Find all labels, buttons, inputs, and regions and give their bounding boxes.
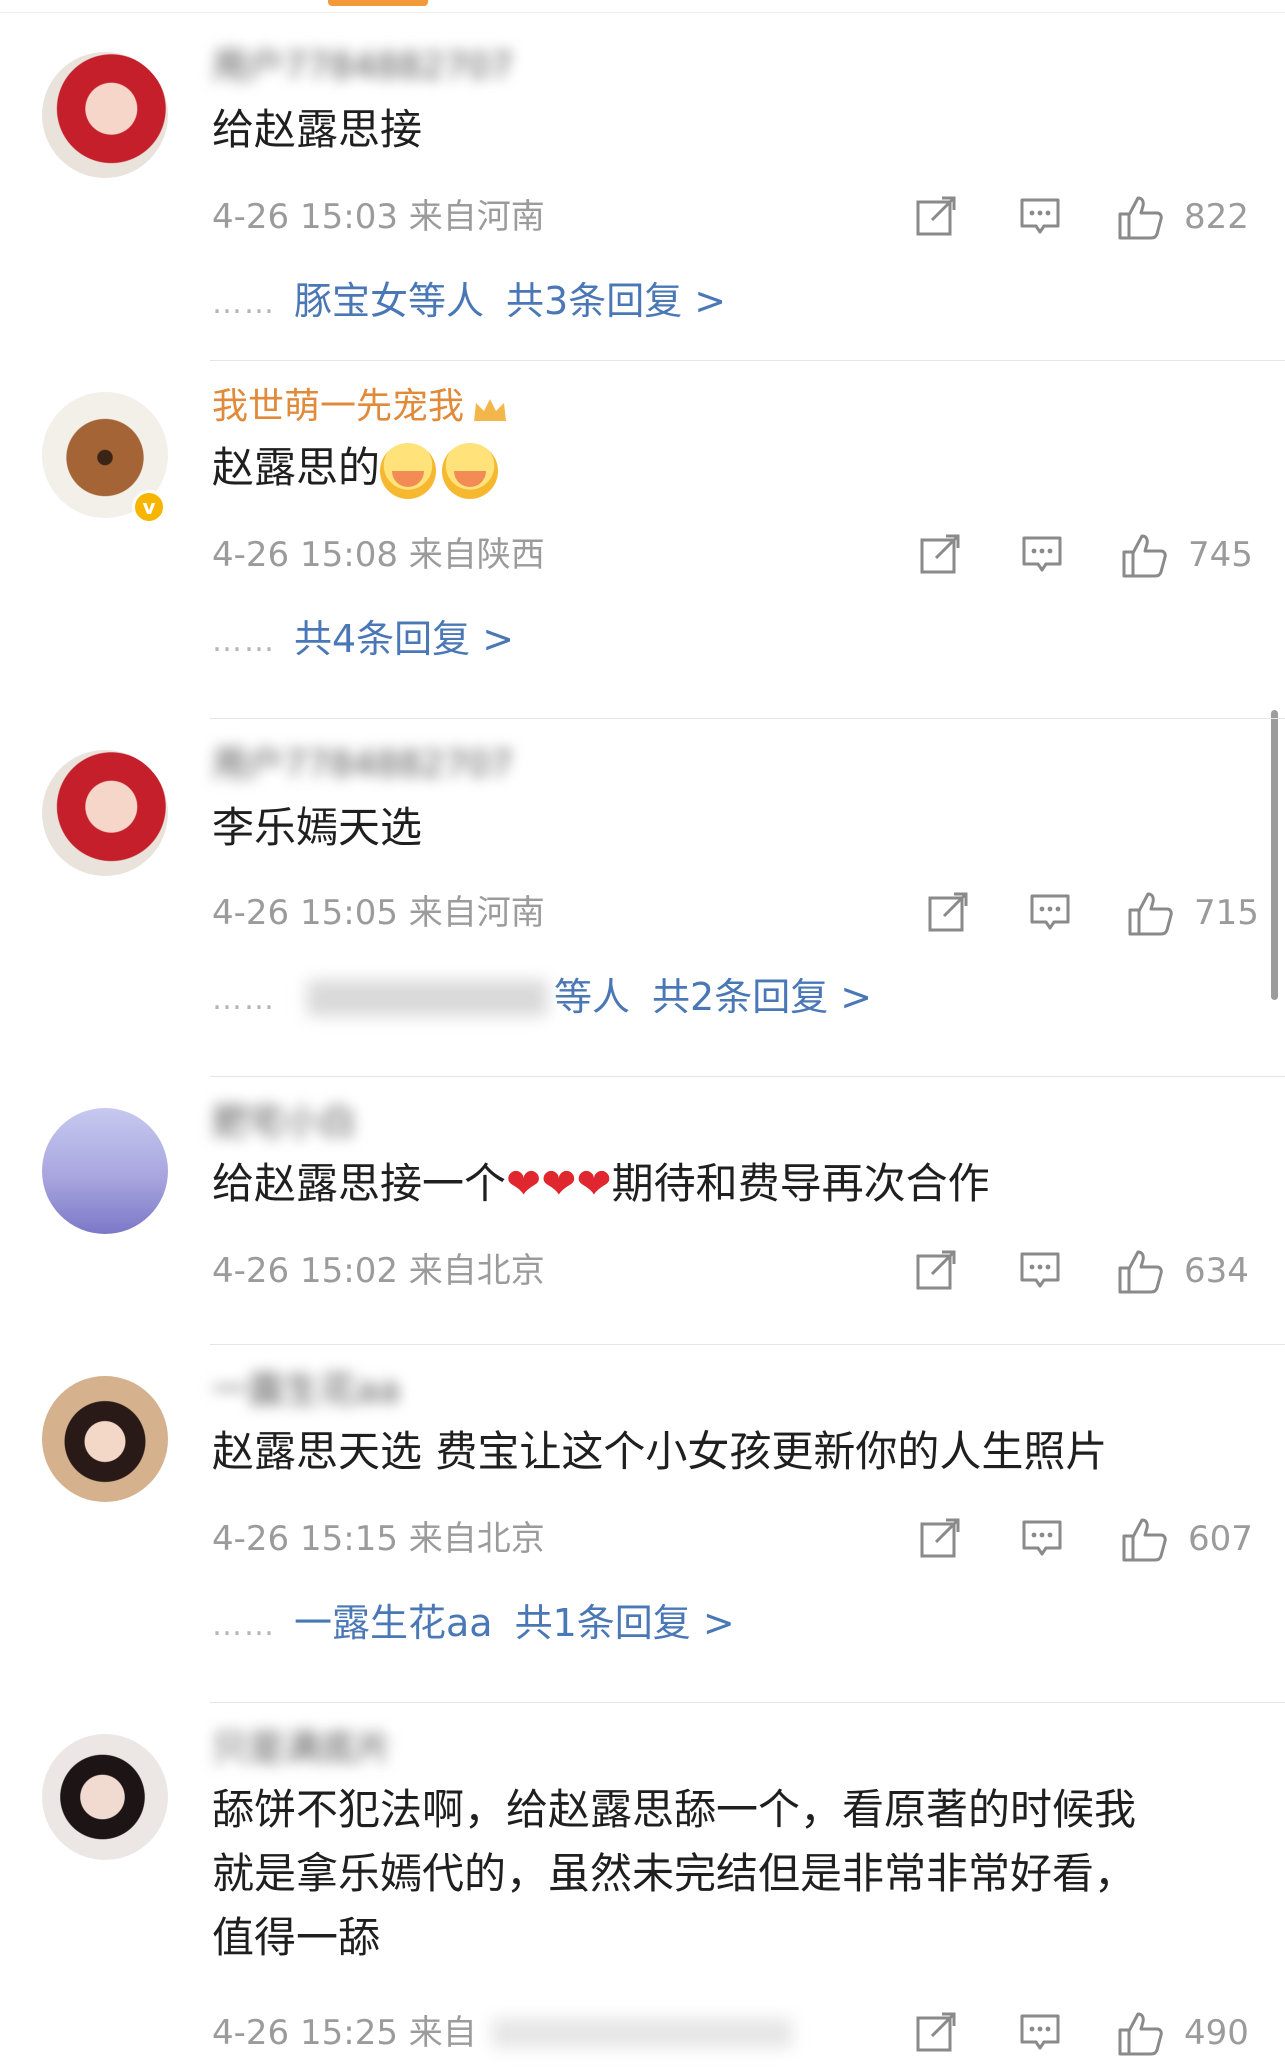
comment-item: 一露生花aa 赵露思天选 费宝让这个小女孩更新你的人生照片 4-26 15:15… bbox=[0, 1344, 1285, 1702]
blurred-location bbox=[492, 2018, 792, 2048]
comment-text-line: 舔饼不犯法啊，给赵露思舔一个，看原著的时候我 bbox=[212, 1785, 1137, 1834]
top-divider bbox=[0, 12, 1285, 13]
thumbs-up-icon[interactable] bbox=[1116, 1248, 1164, 1294]
like-count: 490 bbox=[1184, 2013, 1249, 2053]
like-count: 715 bbox=[1194, 893, 1259, 933]
reply-link[interactable]: …… 一露生花aa 共1条回复 > bbox=[212, 1598, 735, 1648]
thumbs-up-icon[interactable] bbox=[1120, 1516, 1168, 1562]
reply-users: 一露生花aa bbox=[294, 1601, 493, 1645]
comment-meta: 4-26 15:02 来自北京 634 bbox=[212, 1246, 1252, 1296]
active-tab-indicator bbox=[328, 0, 428, 6]
avatar[interactable] bbox=[42, 52, 168, 178]
thumbs-up-icon[interactable] bbox=[1116, 194, 1164, 240]
comment-icon[interactable] bbox=[1018, 1248, 1062, 1294]
timestamp: 4-26 15:08 来自陕西 bbox=[212, 535, 545, 575]
like-count: 745 bbox=[1188, 535, 1253, 575]
blurred-repliers bbox=[307, 980, 547, 1016]
reply-link[interactable]: …… 等人 共2条回复 > bbox=[212, 972, 872, 1022]
username[interactable]: 我世萌一先宠我 bbox=[212, 386, 508, 428]
reply-dots: …… bbox=[212, 285, 276, 321]
share-icon[interactable] bbox=[926, 890, 970, 936]
comment-meta: 4-26 15:25 来自 490 bbox=[212, 2008, 1252, 2058]
comment-text-after: 期待和费导再次合作 bbox=[611, 1159, 990, 1208]
share-icon[interactable] bbox=[914, 194, 958, 240]
comment-item: 肥宅小白 给赵露思接一个❤❤❤期待和费导再次合作 4-26 15:02 来自北京… bbox=[0, 1076, 1285, 1344]
reply-dots: …… bbox=[212, 1607, 276, 1643]
comment-text: 赵露思的 bbox=[212, 436, 1232, 500]
share-icon[interactable] bbox=[914, 1248, 958, 1294]
comment-text: 给赵露思接一个❤❤❤期待和费导再次合作 bbox=[212, 1152, 1232, 1216]
comment-text-line: 值得一舔 bbox=[212, 1913, 381, 1962]
reply-users: 豚宝女等人 bbox=[294, 279, 485, 323]
like-count: 607 bbox=[1188, 1519, 1253, 1559]
scared-emoji-icon bbox=[442, 442, 499, 499]
share-icon[interactable] bbox=[914, 2010, 958, 2056]
timestamp: 4-26 15:15 来自北京 bbox=[212, 1519, 545, 1559]
reply-count: 共2条回复 > bbox=[652, 975, 873, 1019]
comment-meta: 4-26 15:05 来自河南 715 bbox=[212, 888, 1259, 938]
comment-icon[interactable] bbox=[1020, 1516, 1064, 1562]
comment-item: 用户7784882707 给赵露思接 4-26 15:03 来自河南 822 …… bbox=[0, 20, 1285, 360]
avatar[interactable] bbox=[42, 750, 168, 876]
reply-count: 共1条回复 > bbox=[514, 1601, 735, 1645]
comment-text-line: 就是拿乐嫣代的，虽然未完结但是非常非常好看， bbox=[212, 1849, 1137, 1898]
reply-users: 等人 bbox=[554, 975, 631, 1019]
comment-meta: 4-26 15:03 来自河南 822 bbox=[212, 192, 1252, 242]
timestamp: 4-26 15:25 来自 bbox=[212, 2013, 477, 2053]
comment-text: 舔饼不犯法啊，给赵露思舔一个，看原著的时候我 就是拿乐嫣代的，虽然未完结但是非常… bbox=[212, 1778, 1232, 1970]
verified-v-icon: v bbox=[132, 490, 166, 524]
like-count: 822 bbox=[1184, 197, 1249, 237]
comment-text: 给赵露思接 bbox=[212, 105, 423, 154]
avatar[interactable] bbox=[42, 1734, 168, 1860]
share-icon[interactable] bbox=[918, 1516, 962, 1562]
thumbs-up-icon[interactable] bbox=[1116, 2010, 1164, 2056]
comment-icon[interactable] bbox=[1028, 890, 1072, 936]
username[interactable]: 一露生花aa bbox=[212, 1370, 400, 1412]
username[interactable]: 用户7784882707 bbox=[212, 46, 513, 88]
username[interactable]: 用户7784882707 bbox=[212, 744, 513, 786]
timestamp: 4-26 15:03 来自河南 bbox=[212, 197, 545, 237]
comment-text: 赵露思天选 费宝让这个小女孩更新你的人生照片 bbox=[212, 1427, 1108, 1476]
comment-text-before: 给赵露思接一个 bbox=[212, 1159, 507, 1208]
reply-link[interactable]: …… 豚宝女等人 共3条回复 > bbox=[212, 276, 726, 326]
comment-text: 李乐嫣天选 bbox=[212, 803, 423, 852]
comment-icon[interactable] bbox=[1018, 194, 1062, 240]
reply-count: 共3条回复 > bbox=[506, 279, 727, 323]
comment-meta: 4-26 15:08 来自陕西 745 bbox=[212, 530, 1253, 580]
reply-link[interactable]: …… 共4条回复 > bbox=[212, 614, 514, 664]
reply-dots: …… bbox=[212, 623, 276, 659]
thumbs-up-icon[interactable] bbox=[1120, 532, 1168, 578]
heart-emojis: ❤❤❤ bbox=[506, 1159, 612, 1208]
avatar[interactable] bbox=[42, 1108, 168, 1234]
comment-text-body: 赵露思的 bbox=[212, 443, 381, 492]
crown-icon bbox=[472, 393, 508, 423]
username-text: 我世萌一先宠我 bbox=[212, 386, 465, 427]
share-icon[interactable] bbox=[918, 532, 962, 578]
avatar[interactable] bbox=[42, 1376, 168, 1502]
reply-count: 共4条回复 > bbox=[294, 617, 515, 661]
like-count: 634 bbox=[1184, 1251, 1249, 1291]
timestamp: 4-26 15:05 来自河南 bbox=[212, 893, 545, 933]
comment-icon[interactable] bbox=[1020, 532, 1064, 578]
scared-emoji-icon bbox=[380, 442, 437, 499]
timestamp: 4-26 15:02 来自北京 bbox=[212, 1251, 545, 1291]
comment-icon[interactable] bbox=[1018, 2010, 1062, 2056]
comment-meta: 4-26 15:15 来自北京 607 bbox=[212, 1514, 1253, 1564]
username[interactable]: 肥宅小白 bbox=[212, 1102, 356, 1144]
comment-item: 用户7784882707 李乐嫣天选 4-26 15:05 来自河南 715 …… bbox=[0, 718, 1285, 1076]
comment-item: v 我世萌一先宠我 赵露思的 4-26 15:08 来自陕西 745 …… 共4条… bbox=[0, 360, 1285, 718]
thumbs-up-icon[interactable] bbox=[1126, 890, 1174, 936]
username[interactable]: 只是满底片 bbox=[212, 1728, 392, 1770]
comment-item: 只是满底片 舔饼不犯法啊，给赵露思舔一个，看原著的时候我 就是拿乐嫣代的，虽然未… bbox=[0, 1702, 1285, 2067]
reply-dots: …… bbox=[212, 981, 276, 1017]
